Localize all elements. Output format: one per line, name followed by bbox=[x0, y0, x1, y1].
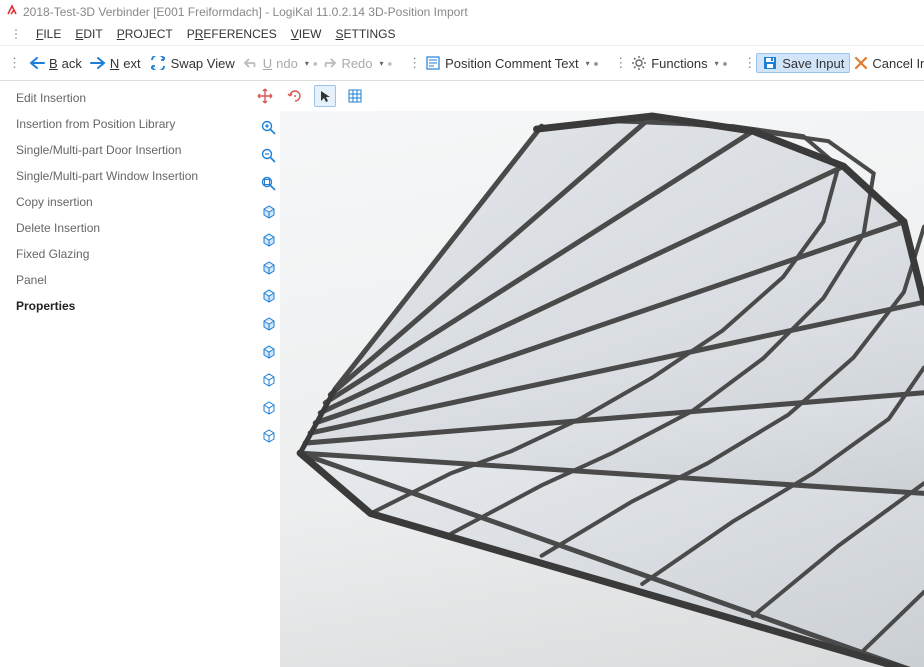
select-tool-button[interactable] bbox=[314, 85, 336, 107]
next-button[interactable]: Next bbox=[86, 54, 145, 73]
zoom-fit-button[interactable] bbox=[258, 173, 280, 195]
cube-icon bbox=[262, 345, 276, 359]
canvas-horizontal-toolbar bbox=[248, 81, 924, 111]
menu-edit[interactable]: EDIT bbox=[75, 27, 102, 41]
back-button[interactable]: Back bbox=[25, 54, 86, 73]
document-icon bbox=[425, 56, 441, 70]
cube-icon bbox=[262, 289, 276, 303]
swap-icon bbox=[149, 56, 167, 70]
sidebar-item-copy-insertion[interactable]: Copy insertion bbox=[16, 195, 232, 209]
view-top-button[interactable] bbox=[258, 313, 280, 335]
zoom-in-button[interactable] bbox=[258, 117, 280, 139]
close-icon bbox=[854, 56, 868, 70]
gear-icon bbox=[631, 55, 647, 71]
redo-button[interactable]: Redo ▾ bbox=[317, 54, 387, 73]
menu-file[interactable]: FILE bbox=[36, 27, 61, 41]
cube-icon bbox=[262, 205, 276, 219]
cancel-input-button[interactable]: Cancel Input of Elements bbox=[850, 54, 924, 73]
view-left-button[interactable] bbox=[258, 257, 280, 279]
grid-icon bbox=[347, 88, 363, 104]
undo-icon bbox=[243, 57, 259, 69]
left-sidebar: Edit Insertion Insertion from Position L… bbox=[0, 81, 248, 667]
functions-dropdown-icon[interactable]: ▾ bbox=[715, 59, 719, 68]
app-icon bbox=[6, 4, 18, 19]
save-icon bbox=[762, 55, 778, 71]
back-arrow-icon bbox=[29, 57, 45, 69]
cube-icon bbox=[262, 261, 276, 275]
position-comment-dropdown-icon[interactable]: ▾ bbox=[586, 59, 590, 68]
save-input-button[interactable]: Save Input bbox=[756, 53, 850, 73]
view-iso1-button[interactable] bbox=[258, 369, 280, 391]
cube-wireframe-icon bbox=[262, 401, 276, 415]
zoom-out-button[interactable] bbox=[258, 145, 280, 167]
sidebar-item-panel[interactable]: Panel bbox=[16, 273, 232, 287]
cube-wireframe-icon bbox=[262, 429, 276, 443]
redo-icon bbox=[321, 57, 337, 69]
sidebar-item-window-insertion[interactable]: Single/Multi-part Window Insertion bbox=[16, 169, 232, 183]
view-right-button[interactable] bbox=[258, 285, 280, 307]
view-back-button[interactable] bbox=[258, 229, 280, 251]
sidebar-item-edit-insertion[interactable]: Edit Insertion bbox=[16, 91, 232, 105]
sidebar-item-delete-insertion[interactable]: Delete Insertion bbox=[16, 221, 232, 235]
rotate-tool-button[interactable] bbox=[284, 85, 306, 107]
cube-wireframe-icon bbox=[262, 373, 276, 387]
pointer-icon bbox=[318, 89, 332, 103]
3d-model-render bbox=[280, 111, 924, 667]
menu-view[interactable]: VIEW bbox=[291, 27, 322, 41]
move-icon bbox=[257, 88, 273, 104]
rotate-icon bbox=[287, 88, 303, 104]
menu-project[interactable]: PROJECT bbox=[117, 27, 173, 41]
undo-dropdown-icon[interactable]: ▾ bbox=[305, 59, 309, 68]
menu-bar: ⋮ FILE EDIT PROJECT PREFERENCES VIEW SET… bbox=[0, 23, 924, 45]
view-bottom-button[interactable] bbox=[258, 341, 280, 363]
view-iso2-button[interactable] bbox=[258, 397, 280, 419]
zoom-out-icon bbox=[261, 148, 277, 164]
3d-viewport[interactable] bbox=[280, 111, 924, 667]
main-toolbar: ⋮ Back Next Swap View Undo ▾ ▪ Redo ▾ ▪ … bbox=[0, 45, 924, 81]
functions-button[interactable]: Functions ▾ bbox=[627, 53, 722, 73]
redo-dropdown-icon[interactable]: ▾ bbox=[380, 59, 384, 68]
swap-view-button[interactable]: Swap View bbox=[145, 54, 239, 73]
sidebar-item-position-library[interactable]: Insertion from Position Library bbox=[16, 117, 232, 131]
position-comment-button[interactable]: Position Comment Text ▾ bbox=[421, 54, 593, 73]
canvas-area bbox=[248, 81, 924, 667]
zoom-fit-icon bbox=[261, 176, 277, 192]
move-tool-button[interactable] bbox=[254, 85, 276, 107]
grid-tool-button[interactable] bbox=[344, 85, 366, 107]
sidebar-item-fixed-glazing[interactable]: Fixed Glazing bbox=[16, 247, 232, 261]
sidebar-item-door-insertion[interactable]: Single/Multi-part Door Insertion bbox=[16, 143, 232, 157]
menu-preferences[interactable]: PREFERENCES bbox=[187, 27, 277, 41]
zoom-in-icon bbox=[261, 120, 277, 136]
menu-settings[interactable]: SETTINGS bbox=[335, 27, 395, 41]
main-area: Edit Insertion Insertion from Position L… bbox=[0, 81, 924, 667]
view-iso3-button[interactable] bbox=[258, 425, 280, 447]
view-front-button[interactable] bbox=[258, 201, 280, 223]
next-arrow-icon bbox=[90, 57, 106, 69]
cube-icon bbox=[262, 317, 276, 331]
sidebar-item-properties[interactable]: Properties bbox=[16, 299, 232, 313]
window-title: 2018-Test-3D Verbinder [E001 Freiformdac… bbox=[23, 5, 468, 19]
title-bar: 2018-Test-3D Verbinder [E001 Freiformdac… bbox=[0, 0, 924, 23]
undo-button[interactable]: Undo ▾ bbox=[239, 54, 313, 73]
cube-icon bbox=[262, 233, 276, 247]
